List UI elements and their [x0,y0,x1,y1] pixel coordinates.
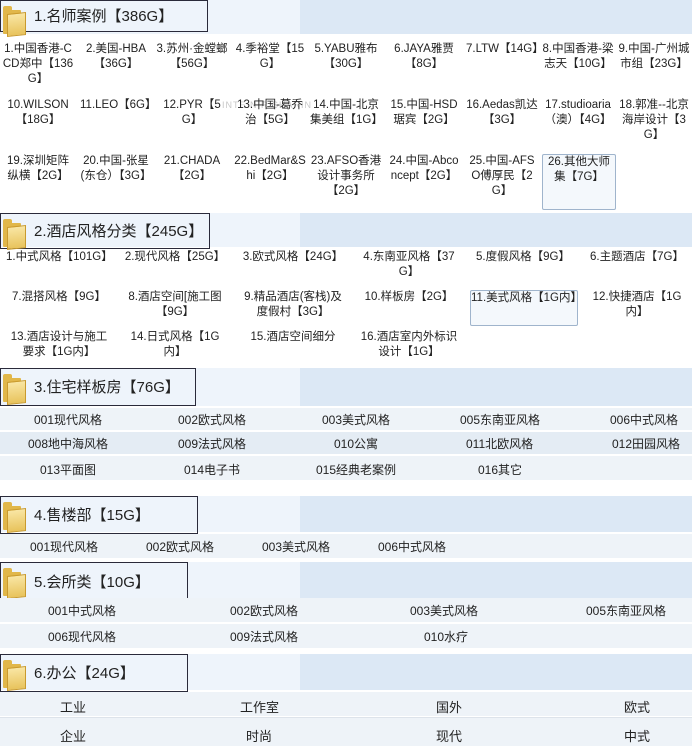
sales-office-style-link[interactable]: 006中式风格 [378,538,446,555]
residential-style-link[interactable]: 015经典老案例 [316,461,396,478]
residential-style-link[interactable]: 011北欧风格 [466,435,533,452]
case-item[interactable]: 6.JAYA雅贾【8G】 [388,42,460,92]
hotel-style-item[interactable]: 7.混搭风格【9G】 [6,290,112,324]
residential-style-link[interactable]: 006中式风格 [610,411,678,428]
office-style-link[interactable]: 时尚 [246,726,272,745]
hotel-style-item[interactable]: 9.精品酒店(客栈)及度假村【3G】 [240,290,346,324]
folder-icon [3,658,26,691]
folder-icon [3,4,26,37]
office-style-link[interactable]: 国外 [436,697,462,716]
residential-style-link[interactable]: 012田园风格 [612,435,680,452]
hotel-style-item[interactable]: 5.度假风格【9G】 [470,250,576,284]
hotel-style-item[interactable]: 8.酒店空间[施工图【9G】 [122,290,228,324]
case-item[interactable]: 21.CHADA【2G】 [156,154,228,208]
folder-icon [3,217,26,250]
office-style-link[interactable]: 现代 [436,726,462,745]
hotel-style-item[interactable]: 3.欧式风格【24G】 [240,250,346,284]
clubhouse-style-link[interactable]: 006现代风格 [48,628,116,645]
hotel-style-item[interactable]: 12.快捷酒店【1G内】 [584,290,690,324]
sales-office-style-link[interactable]: 001现代风格 [30,538,98,555]
case-item[interactable]: 4.季裕堂【15G】 [234,42,306,92]
office-style-link[interactable]: 企业 [60,726,86,745]
clubhouse-style-link[interactable]: 001中式风格 [48,602,116,619]
section-title: 2.酒店风格分类【245G】 [34,223,204,240]
case-item[interactable]: 20.中国-张星(东仓）【3G】 [80,154,152,208]
section-title: 4.售楼部【15G】 [34,507,150,524]
hotel-style-item[interactable]: 15.酒店空间细分 [240,330,346,364]
row-divider [0,717,692,718]
clubhouse-style-link[interactable]: 009法式风格 [230,628,298,645]
case-item[interactable]: 9.中国-广州城市组【23G】 [618,42,690,92]
residential-style-link[interactable]: 009法式风格 [178,435,246,452]
hotel-style-item[interactable]: 14.日式风格【1G内】 [122,330,228,364]
clubhouse-style-link[interactable]: 002欧式风格 [230,602,298,619]
section-title: 5.会所类【10G】 [34,574,150,591]
residential-style-link[interactable]: 016其它 [478,461,522,478]
case-item[interactable]: 10.WILSON【18G】 [2,98,74,148]
residential-style-link[interactable]: 002欧式风格 [178,411,246,428]
hotel-style-item[interactable]: 2.现代风格【25G】 [122,250,228,284]
case-item[interactable]: 18.郭准--北京海岸设计【3G】 [618,98,690,148]
office-style-link[interactable]: 工业 [60,697,86,716]
case-item[interactable]: 17.studioaria（澳）【4G】 [542,98,614,148]
residential-style-link[interactable]: 005东南亚风格 [460,411,540,428]
case-item[interactable]: 14.中国-北京集美组【1G】 [310,98,382,148]
case-item[interactable]: 15.中国-HSD琚宾【2G】 [388,98,460,148]
case-item[interactable]: 22.BedMar&Shi【2G】 [234,154,306,208]
case-item[interactable]: 7.LTW【14G】 [466,42,538,92]
office-style-link[interactable]: 工作室 [240,697,279,716]
residential-style-link[interactable]: 001现代风格 [34,411,102,428]
section-title: 6.办公【24G】 [34,665,135,682]
folder-icon [3,500,26,533]
hotel-style-item[interactable]: 1.中式风格【101G】 [6,250,112,284]
office-style-link[interactable]: 欧式 [624,697,650,716]
case-item[interactable]: 23.AFSO香港设计事务所【2G】 [310,154,382,208]
case-item[interactable]: 11.LEO【6G】 [80,98,152,148]
row-band [0,534,692,558]
hotel-style-item[interactable]: 4.东南亚风格【37G】 [356,250,462,284]
residential-style-link[interactable]: 013平面图 [40,461,96,478]
sales-office-style-link[interactable]: 002欧式风格 [146,538,214,555]
clubhouse-style-link[interactable]: 003美式风格 [410,602,478,619]
clubhouse-style-link[interactable]: 005东南亚风格 [586,602,666,619]
clubhouse-style-link[interactable]: 010水疗 [424,628,468,645]
residential-style-link[interactable]: 010公寓 [334,435,378,452]
folder-icon [3,372,26,405]
row-band [0,718,692,746]
case-item[interactable]: 8.中国香港-梁志天【10G】 [542,42,614,92]
case-item[interactable]: 24.中国-Abconcept【2G】 [388,154,460,208]
folder-icon [3,566,26,599]
hotel-style-item[interactable]: 16.酒店室内外标识设计【1G】 [356,330,462,364]
hotel-style-item[interactable]: 11.美式风格【1G内】 [470,290,578,326]
residential-style-link[interactable]: 008地中海风格 [28,435,108,452]
sales-office-style-link[interactable]: 003美式风格 [262,538,330,555]
office-style-link[interactable]: 中式 [624,726,650,745]
hotel-style-item[interactable]: 6.主题酒店【7G】 [584,250,690,284]
residential-style-link[interactable]: 014电子书 [184,461,240,478]
case-item[interactable]: 13.中国-葛乔治【5G】 [234,98,306,148]
section-title: 3.住宅样板房【76G】 [34,379,180,396]
case-item[interactable]: 2.美国-HBA【36G】 [80,42,152,92]
hotel-style-item[interactable]: 10.样板房【2G】 [356,290,462,324]
case-item[interactable]: 12.PYR【5G】 [156,98,228,148]
case-item[interactable]: 1.中国香港-CCD郑中【136G】 [2,42,74,92]
case-item[interactable]: 5.YABU雅布【30G】 [310,42,382,92]
case-item[interactable]: 3.苏州·金螳螂【56G】 [156,42,228,92]
case-item[interactable]: 19.深圳矩阵纵横【2G】 [2,154,74,208]
row-band [0,692,692,716]
section-title: 1.名师案例【386G】 [34,8,174,25]
case-item[interactable]: 25.中国-AFSO傅厚民【2G】 [466,154,538,208]
case-item[interactable]: 16.Aedas凯达【3G】 [466,98,538,148]
residential-style-link[interactable]: 003美式风格 [322,411,390,428]
case-item[interactable]: 26.其他大师集【7G】 [542,154,616,210]
hotel-style-item[interactable]: 13.酒店设计与施工要求【1G内】 [6,330,112,364]
